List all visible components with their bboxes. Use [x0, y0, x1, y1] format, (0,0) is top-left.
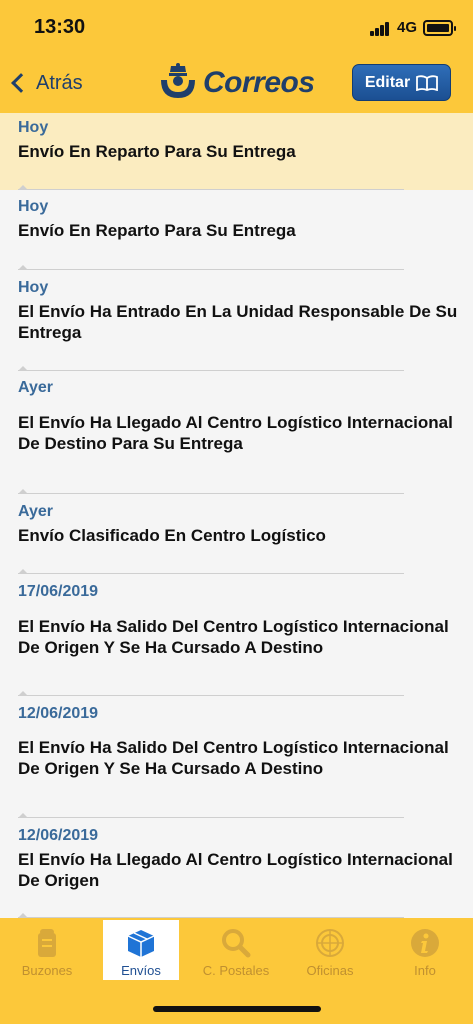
network-label: 4G [397, 19, 418, 36]
event-date: Hoy [18, 279, 49, 296]
event-text: Envío Clasificado En Centro Logístico [18, 526, 326, 545]
mailbox-icon [38, 929, 56, 957]
event-date: 12/06/2019 [18, 705, 99, 722]
status-time: 13:30 [34, 16, 86, 38]
tab-label: Envíos [121, 963, 161, 978]
book-icon [416, 74, 439, 91]
event-text: Envío En Reparto Para Su Entrega [18, 221, 296, 240]
event-text: El Envío Ha Salido Del Centro Logístico … [18, 738, 449, 778]
tracking-event-list: Hoy Envío En Reparto Para Su Entrega Hoy… [0, 113, 473, 918]
logo-text: Correos [203, 66, 315, 99]
event-row[interactable]: Hoy Envío En Reparto Para Su Entrega [0, 113, 473, 190]
event-date: 17/06/2019 [18, 583, 99, 600]
package-icon [127, 930, 155, 957]
tab-oficinas[interactable]: Oficinas [292, 920, 368, 980]
event-row[interactable]: 12/06/2019 El Envío Ha Llegado Al Centro… [0, 818, 473, 918]
chevron-left-icon [11, 73, 31, 93]
tab-c-postales[interactable]: C. Postales [198, 920, 274, 980]
event-text: El Envío Ha Llegado Al Centro Logístico … [18, 413, 453, 453]
back-label: Atrás [36, 71, 83, 94]
signal-icon [370, 22, 390, 36]
event-row[interactable]: 17/06/2019 El Envío Ha Salido Del Centro… [0, 574, 473, 696]
edit-button[interactable]: Editar [352, 64, 451, 101]
battery-icon [423, 20, 456, 36]
radar-icon [316, 929, 344, 957]
tab-info[interactable]: Info [387, 920, 463, 980]
info-icon [411, 929, 439, 957]
event-row[interactable]: 12/06/2019 El Envío Ha Salido Del Centro… [0, 696, 473, 818]
tab-envios[interactable]: Envíos [103, 920, 179, 980]
tab-label: Oficinas [306, 963, 354, 978]
event-date: Hoy [18, 198, 49, 215]
status-bar: 13:30 4G [0, 0, 473, 56]
header: 13:30 4G Atrás Correos Editar [0, 0, 473, 113]
tab-label: C. Postales [202, 963, 270, 978]
event-text: El Envío Ha Entrado En La Unidad Respons… [18, 302, 458, 342]
event-text: Envío En Reparto Para Su Entrega [18, 142, 296, 161]
tab-label: Info [414, 963, 436, 978]
event-row[interactable]: Hoy Envío En Reparto Para Su Entrega [0, 190, 473, 270]
event-row[interactable]: Hoy El Envío Ha Entrado En La Unidad Res… [0, 270, 473, 371]
event-date: Hoy [18, 119, 49, 136]
event-text: El Envío Ha Llegado Al Centro Logístico … [18, 850, 453, 890]
post-horn-icon [161, 63, 195, 98]
back-button[interactable]: Atrás [10, 66, 83, 100]
event-text: El Envío Ha Salido Del Centro Logístico … [18, 617, 449, 657]
event-date: 12/06/2019 [18, 827, 99, 844]
event-row[interactable]: Ayer Envío Clasificado En Centro Logísti… [0, 494, 473, 574]
tab-label: Buzones [21, 963, 73, 978]
event-date: Ayer [18, 379, 53, 396]
edit-label: Editar [364, 73, 411, 91]
event-date: Ayer [18, 503, 53, 520]
event-row[interactable]: Ayer El Envío Ha Llegado Al Centro Logís… [0, 371, 473, 494]
correos-logo: Correos [157, 62, 315, 104]
magnifier-icon [222, 929, 251, 958]
home-indicator[interactable] [153, 1006, 321, 1012]
tab-buzones[interactable]: Buzones [9, 920, 85, 980]
navigation-bar: Atrás Correos Editar [0, 56, 473, 113]
